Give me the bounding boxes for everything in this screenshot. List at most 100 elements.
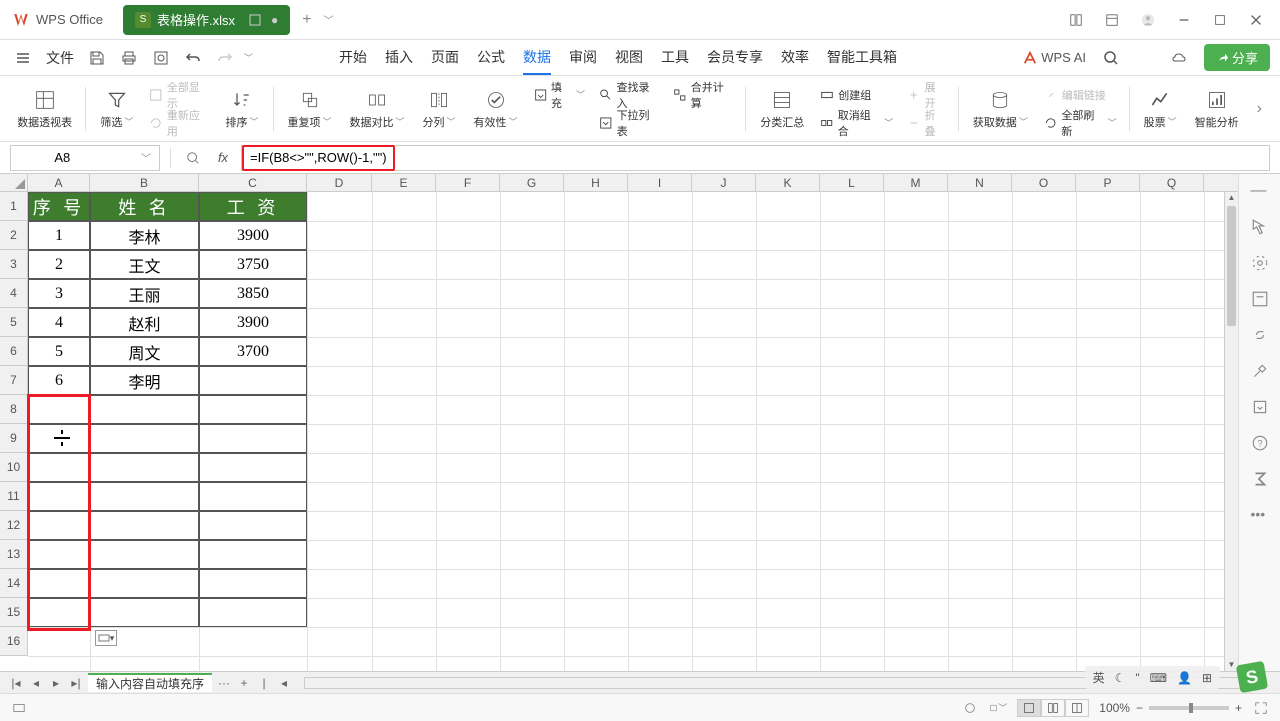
cell[interactable]: 3850 bbox=[199, 279, 307, 308]
cell[interactable] bbox=[90, 453, 199, 482]
col-header-J[interactable]: J bbox=[692, 174, 756, 191]
cell[interactable] bbox=[199, 395, 307, 424]
collapse-button[interactable]: 折叠 bbox=[907, 111, 946, 135]
smart-analysis-button[interactable]: 智能分析 bbox=[1187, 76, 1247, 141]
tab-review[interactable]: 审阅 bbox=[569, 41, 597, 75]
scroll-up-icon[interactable]: ▲ bbox=[1225, 192, 1238, 204]
ribbon-more-icon[interactable]: › bbox=[1249, 100, 1270, 118]
new-tab-button[interactable]: + bbox=[302, 11, 311, 29]
cell[interactable] bbox=[28, 540, 90, 569]
cell[interactable] bbox=[28, 511, 90, 540]
col-header-H[interactable]: H bbox=[564, 174, 628, 191]
ime-person-icon[interactable]: 👤 bbox=[1177, 671, 1192, 685]
tab-member[interactable]: 会员专享 bbox=[707, 41, 763, 75]
panel-link-icon[interactable] bbox=[1251, 326, 1269, 344]
print-preview-icon[interactable] bbox=[148, 45, 174, 71]
fullscreen-icon[interactable] bbox=[1252, 699, 1270, 717]
wps-ai-button[interactable]: WPS AI bbox=[1023, 50, 1086, 65]
row-header-14[interactable]: 14 bbox=[0, 569, 28, 598]
cloud-icon[interactable] bbox=[1166, 45, 1192, 71]
cell[interactable]: 2 bbox=[28, 250, 90, 279]
row-header-3[interactable]: 3 bbox=[0, 250, 28, 279]
cell[interactable] bbox=[90, 569, 199, 598]
col-header-P[interactable]: P bbox=[1076, 174, 1140, 191]
cell[interactable] bbox=[199, 366, 307, 395]
sheet-last-icon[interactable]: ▸| bbox=[68, 676, 84, 690]
row-header-2[interactable]: 2 bbox=[0, 221, 28, 250]
add-sheet-button[interactable]: + bbox=[236, 676, 252, 690]
row-header-8[interactable]: 8 bbox=[0, 395, 28, 424]
search-icon[interactable] bbox=[1098, 45, 1124, 71]
cell[interactable] bbox=[90, 540, 199, 569]
fx-icon[interactable]: fx bbox=[211, 146, 235, 170]
cell[interactable]: 李林 bbox=[90, 221, 199, 250]
panel-properties-icon[interactable] bbox=[1251, 290, 1269, 308]
cell[interactable] bbox=[199, 453, 307, 482]
panel-more-icon[interactable]: ••• bbox=[1251, 506, 1269, 524]
status-mode-icon[interactable] bbox=[10, 699, 28, 717]
tab-smart-toolbox[interactable]: 智能工具箱 bbox=[827, 41, 897, 75]
cell[interactable] bbox=[199, 598, 307, 627]
reapply-button[interactable]: 重新应用 bbox=[149, 111, 209, 135]
col-header-M[interactable]: M bbox=[884, 174, 948, 191]
spreadsheet-grid[interactable]: ABCDEFGHIJKLMNOPQ 1234567891011121314151… bbox=[0, 174, 1238, 671]
row-header-5[interactable]: 5 bbox=[0, 308, 28, 337]
view-break-icon[interactable] bbox=[1065, 699, 1089, 717]
cell[interactable]: 周文 bbox=[90, 337, 199, 366]
col-header-F[interactable]: F bbox=[436, 174, 500, 191]
row-header-1[interactable]: 1 bbox=[0, 192, 28, 221]
row-header-11[interactable]: 11 bbox=[0, 482, 28, 511]
cell[interactable]: 5 bbox=[28, 337, 90, 366]
cell[interactable] bbox=[90, 511, 199, 540]
vertical-scrollbar[interactable]: ▲ ▼ bbox=[1224, 192, 1238, 671]
formula-input[interactable]: =IF(B8<>"",ROW()-1,"") bbox=[241, 145, 1270, 171]
col-header-O[interactable]: O bbox=[1012, 174, 1076, 191]
panel-backup-icon[interactable] bbox=[1251, 398, 1269, 416]
cell[interactable] bbox=[28, 482, 90, 511]
row-header-9[interactable]: 9 bbox=[0, 424, 28, 453]
col-header-K[interactable]: K bbox=[756, 174, 820, 191]
cell[interactable] bbox=[90, 482, 199, 511]
cell[interactable]: 6 bbox=[28, 366, 90, 395]
col-header-L[interactable]: L bbox=[820, 174, 884, 191]
cell[interactable] bbox=[199, 511, 307, 540]
ime-bar[interactable]: 英 ☾ " ⌨ 👤 ⊞ bbox=[1085, 666, 1220, 689]
zoom-out-button[interactable]: − bbox=[1136, 701, 1143, 715]
compare-button[interactable]: 数据对比﹀ bbox=[342, 76, 413, 141]
edit-link-button[interactable]: 编辑链接 bbox=[1044, 83, 1117, 107]
tab-insert[interactable]: 插入 bbox=[385, 41, 413, 75]
cell[interactable]: 王丽 bbox=[90, 279, 199, 308]
tab-view[interactable]: 视图 bbox=[615, 41, 643, 75]
col-header-D[interactable]: D bbox=[307, 174, 372, 191]
col-header-G[interactable]: G bbox=[500, 174, 564, 191]
sogou-ime-icon[interactable]: S bbox=[1236, 661, 1268, 693]
file-menu[interactable]: 文件 bbox=[42, 48, 78, 68]
validation-button[interactable]: 有效性﹀ bbox=[466, 76, 526, 141]
sheet-next-icon[interactable]: ▸ bbox=[48, 676, 64, 690]
col-header-Q[interactable]: Q bbox=[1140, 174, 1204, 191]
zoom-value[interactable]: 100% bbox=[1099, 701, 1130, 715]
panel-settings-icon[interactable] bbox=[1251, 254, 1269, 272]
col-header-C[interactable]: C bbox=[199, 174, 307, 191]
cell[interactable]: 李明 bbox=[90, 366, 199, 395]
fill-button[interactable]: 填充﹀ bbox=[534, 83, 585, 107]
panel-tools-icon[interactable] bbox=[1251, 362, 1269, 380]
expand-button[interactable]: 展开 bbox=[907, 83, 946, 107]
col-header-E[interactable]: E bbox=[372, 174, 436, 191]
hscroll-left-icon[interactable]: ◂ bbox=[276, 676, 292, 690]
sb-icon-1[interactable] bbox=[961, 699, 979, 717]
zoom-formula-icon[interactable] bbox=[181, 146, 205, 170]
print-icon[interactable] bbox=[116, 45, 142, 71]
win-icon-2[interactable] bbox=[1096, 4, 1128, 36]
row-header-12[interactable]: 12 bbox=[0, 511, 28, 540]
tab-tools[interactable]: 工具 bbox=[661, 41, 689, 75]
stocks-button[interactable]: 股票﹀ bbox=[1136, 76, 1185, 141]
sheet-more[interactable]: ··· bbox=[216, 676, 232, 690]
avatar-icon[interactable] bbox=[1132, 4, 1164, 36]
cell[interactable]: 王文 bbox=[90, 250, 199, 279]
tab-window-icon[interactable] bbox=[249, 14, 261, 26]
cell[interactable] bbox=[199, 540, 307, 569]
cell[interactable] bbox=[28, 598, 90, 627]
merge-calc-button[interactable]: 合并计算 bbox=[673, 83, 733, 107]
cell[interactable]: 3 bbox=[28, 279, 90, 308]
